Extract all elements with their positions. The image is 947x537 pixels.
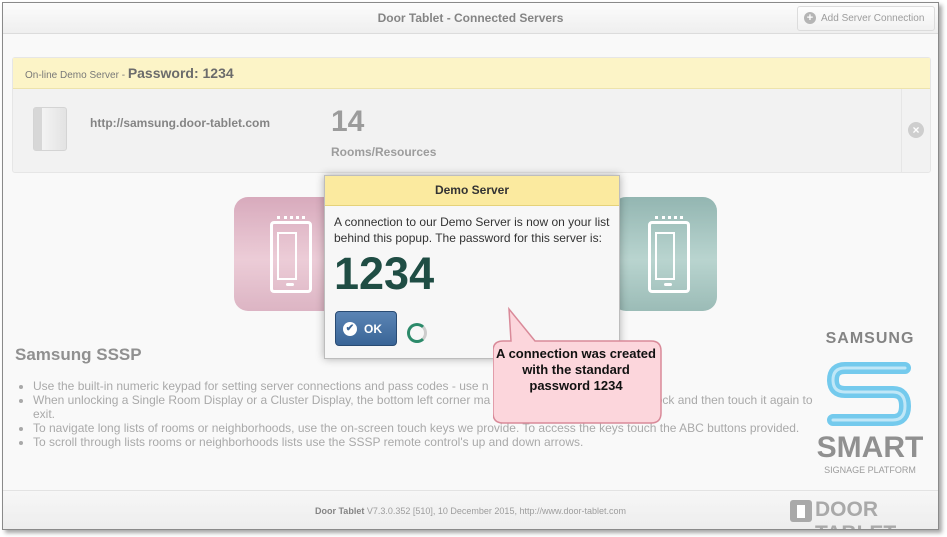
remove-server-area: × <box>901 89 930 172</box>
rooms-count-label: Rooms/Resources <box>331 145 437 159</box>
dialog-message: A connection to our Demo Server is now o… <box>334 215 610 245</box>
remove-server-icon[interactable]: × <box>908 122 924 138</box>
footer: Door Tablet V7.3.0.352 [510], 10 Decembe… <box>3 490 938 529</box>
loading-spinner-icon <box>407 323 427 343</box>
dialog-title: Demo Server <box>325 176 619 206</box>
server-icon <box>33 107 67 151</box>
door-icon <box>648 216 690 293</box>
signage-platform-text: SIGNAGE PLATFORM <box>824 465 916 475</box>
door-tablet-logo-text: DOOR TABLET <box>815 498 896 529</box>
samsung-s-icon <box>827 362 911 426</box>
cluster-display-app-icon[interactable] <box>612 197 717 311</box>
sssp-title: Samsung SSSP <box>15 345 142 364</box>
callout-text: A connection was created with the standa… <box>496 346 656 393</box>
server-url: http://samsung.door-tablet.com <box>90 116 270 130</box>
footer-app-name: Door Tablet <box>314 506 365 516</box>
add-server-connection-label: Add Server Connection <box>821 13 925 24</box>
list-item: Use the built-in numeric keypad for sett… <box>33 379 823 393</box>
ok-button-label: OK <box>364 322 382 336</box>
list-item: To navigate long lists of rooms or neigh… <box>33 421 823 435</box>
list-item: When unlocking a Single Room Display or … <box>33 393 823 421</box>
annotation-callout: A connection was created with the standa… <box>493 303 668 429</box>
footer-version-text: V7.3.0.352 [510], 10 December 2015, http… <box>366 506 626 516</box>
top-bar: Door Tablet - Connected Servers + Add Se… <box>3 3 938 34</box>
app-window: Door Tablet - Connected Servers + Add Se… <box>2 2 939 530</box>
samsung-smart-signage-logo: SAMSUNG SMART SIGNAGE PLATFORM <box>816 330 924 480</box>
server-heading-password: Password: 1234 <box>127 65 234 81</box>
plus-icon: + <box>804 12 816 24</box>
server-card[interactable]: On-line Demo Server - Password: 1234 htt… <box>12 57 931 173</box>
server-card-header: On-line Demo Server - Password: 1234 <box>13 58 930 89</box>
add-server-connection-button[interactable]: + Add Server Connection <box>797 6 935 31</box>
server-card-body: http://samsung.door-tablet.com 14 Rooms/… <box>13 89 930 172</box>
sssp-instructions: Use the built-in numeric keypad for sett… <box>15 379 823 449</box>
door-tablet-logo: DOOR TABLET <box>790 497 936 529</box>
list-item: To scroll through lists rooms or neighbo… <box>33 435 823 449</box>
samsung-brand-text: SAMSUNG <box>825 330 915 347</box>
dialog-password: 1234 <box>334 248 435 299</box>
check-icon: ✔ <box>343 322 357 336</box>
rooms-count: 14 <box>331 105 365 138</box>
door-icon <box>270 216 312 293</box>
door-tablet-logo-icon <box>790 500 812 522</box>
smart-text: SMART <box>816 431 924 464</box>
ok-button[interactable]: ✔ OK <box>335 311 397 346</box>
server-heading-prefix: On-line Demo Server - <box>25 70 126 81</box>
